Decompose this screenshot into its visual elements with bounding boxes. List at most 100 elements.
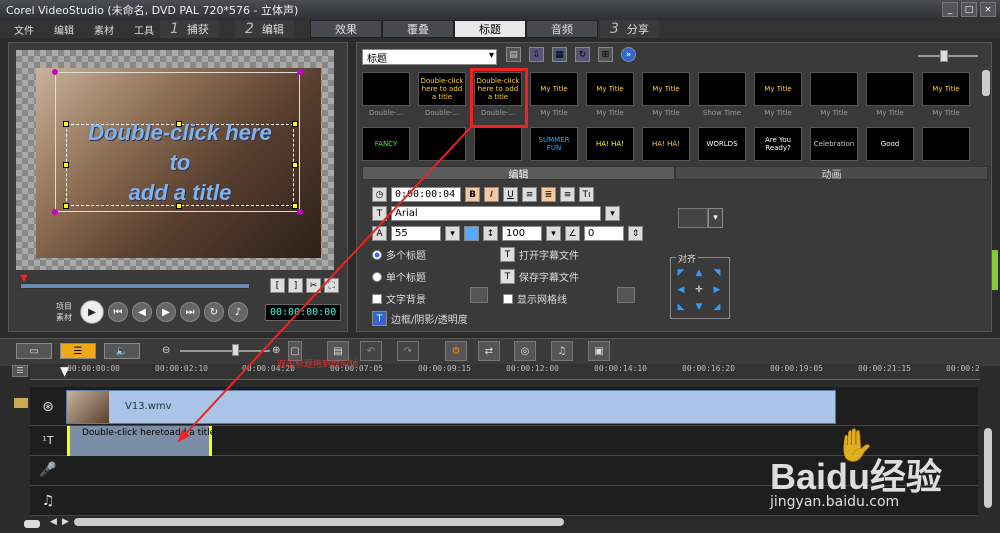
- end-icon[interactable]: ⏭: [180, 302, 200, 322]
- checkbox[interactable]: [372, 293, 382, 304]
- radio-dot[interactable]: [372, 271, 382, 282]
- title-preset-thumbnail[interactable]: FANCY: [362, 127, 410, 161]
- resize-handle[interactable]: [292, 203, 298, 209]
- align-center-icon[interactable]: ✛: [694, 285, 704, 295]
- split-clip-icon[interactable]: ✂: [306, 278, 321, 293]
- align-left-icon[interactable]: ≡: [522, 187, 537, 202]
- resize-handle[interactable]: [63, 203, 69, 209]
- timeline-view-button[interactable]: ☰: [60, 343, 96, 359]
- color-swatch[interactable]: [464, 226, 479, 241]
- chevron-down-icon[interactable]: ▾: [546, 226, 561, 241]
- rotate-handle[interactable]: [297, 209, 303, 215]
- batch-convert-icon[interactable]: ⇄: [478, 341, 500, 361]
- prev-frame-icon[interactable]: ◀: [132, 302, 152, 322]
- open-subtitle-button[interactable]: T 打开字幕文件: [500, 247, 579, 262]
- play-icon[interactable]: ▶: [80, 300, 104, 324]
- rotate-handle[interactable]: [52, 209, 58, 215]
- minimize-button[interactable]: _: [942, 2, 958, 17]
- video-clip[interactable]: [66, 390, 836, 424]
- zoom-thumb[interactable]: [232, 344, 239, 356]
- radio-dot[interactable]: [372, 249, 382, 260]
- playhead-marker-icon[interactable]: ▼: [20, 273, 30, 284]
- title-preset-thumbnail[interactable]: [866, 72, 914, 106]
- expand-icon[interactable]: »: [621, 47, 636, 62]
- vertical-text-icon[interactable]: Tı: [579, 187, 594, 202]
- chevron-down-icon[interactable]: ▾: [445, 226, 460, 241]
- mix-icon[interactable]: ♫: [551, 341, 573, 361]
- align-bottom-right-icon[interactable]: ◢: [712, 302, 722, 312]
- enlarge-preview-icon[interactable]: ⛶: [324, 278, 339, 293]
- slider-thumb[interactable]: [940, 50, 948, 62]
- angle-field[interactable]: 0: [584, 226, 624, 241]
- border-shadow-button[interactable]: T 边框/阴影/透明度: [372, 311, 468, 326]
- maximize-button[interactable]: □: [961, 2, 977, 17]
- step-edit[interactable]: 2 编辑: [235, 20, 294, 38]
- duration-field[interactable]: 0:00:00:04: [391, 187, 461, 202]
- menu-edit[interactable]: 编辑: [54, 22, 74, 37]
- align-top-left-icon[interactable]: ◤: [676, 268, 686, 278]
- audio-view-button[interactable]: 🔈: [104, 343, 140, 359]
- home-icon[interactable]: ⏮: [108, 302, 128, 322]
- tab-animation[interactable]: 动画: [675, 166, 988, 181]
- align-right-icon[interactable]: ≡: [560, 187, 575, 202]
- title-preset-thumbnail[interactable]: My Title: [922, 72, 970, 106]
- undo-icon[interactable]: ↶: [360, 341, 382, 361]
- library-scrollbar[interactable]: [982, 70, 990, 96]
- underline-button[interactable]: U: [503, 187, 518, 202]
- stepper-icon[interactable]: ⇕: [628, 226, 643, 241]
- folder-icon[interactable]: ▤: [506, 47, 521, 62]
- refresh-icon[interactable]: ↻: [575, 47, 590, 62]
- italic-button[interactable]: I: [484, 187, 499, 202]
- title-preset-thumbnail[interactable]: HA! HA!: [586, 127, 634, 161]
- title-preset-thumbnail[interactable]: [698, 72, 746, 106]
- title-preset-thumbnail[interactable]: My Title: [530, 72, 578, 106]
- title-preset-thumbnail[interactable]: My Title: [586, 72, 634, 106]
- title-preset-thumbnail[interactable]: Are You Ready?: [754, 127, 802, 161]
- next-frame-icon[interactable]: ▶: [156, 302, 176, 322]
- project-mode-label[interactable]: 项目: [56, 301, 72, 312]
- title-preset-thumbnail[interactable]: [474, 127, 522, 161]
- align-top-icon[interactable]: ▲: [694, 268, 704, 278]
- volume-icon[interactable]: ♪: [228, 302, 248, 322]
- zoom-in-icon[interactable]: ⊕: [272, 345, 280, 356]
- resize-handle[interactable]: [292, 121, 298, 127]
- redo-icon[interactable]: ↷: [397, 341, 419, 361]
- text-background-checkbox[interactable]: 文字背景: [372, 291, 426, 306]
- mark-out-icon[interactable]: ]: [288, 278, 303, 293]
- title-preset-thumbnail[interactable]: [418, 127, 466, 161]
- align-center-icon[interactable]: ≣: [541, 187, 556, 202]
- resize-handle[interactable]: [176, 121, 182, 127]
- scroll-left-icon[interactable]: ◀: [50, 517, 57, 527]
- tab-overlay[interactable]: 覆叠: [382, 20, 454, 38]
- menu-tools[interactable]: 工具: [134, 22, 154, 37]
- show-grid-checkbox[interactable]: 显示网格线: [503, 291, 567, 306]
- resize-handle[interactable]: [176, 203, 182, 209]
- leading-field[interactable]: 100: [502, 226, 542, 241]
- align-bottom-left-icon[interactable]: ◣: [676, 302, 686, 312]
- mark-in-icon[interactable]: [: [270, 278, 285, 293]
- title-preset-thumbnail[interactable]: [810, 72, 858, 106]
- checkbox[interactable]: [503, 293, 513, 304]
- step-share[interactable]: 3 分享: [600, 20, 659, 38]
- title-preset-thumbnail[interactable]: [922, 127, 970, 161]
- zoom-toggle-icon[interactable]: [24, 520, 40, 528]
- tab-audio[interactable]: 音频: [526, 20, 598, 38]
- chevron-down-icon[interactable]: ▾: [605, 206, 620, 221]
- rotate-handle[interactable]: [297, 69, 303, 75]
- close-button[interactable]: ×: [980, 2, 996, 17]
- resize-handle[interactable]: [63, 121, 69, 127]
- timeline-horizontal-scrollbar[interactable]: [74, 518, 564, 526]
- background-settings-icon[interactable]: [470, 287, 488, 303]
- title-preset-thumbnail[interactable]: SUMMER FUN: [530, 127, 578, 161]
- rotate-handle[interactable]: [52, 69, 58, 75]
- title-preset-thumbnail[interactable]: Double-click here to add a title: [418, 72, 466, 106]
- resize-handle[interactable]: [63, 162, 69, 168]
- title-color-picker[interactable]: [678, 208, 708, 228]
- thumbnail-size-slider[interactable]: [918, 55, 978, 57]
- zoom-out-icon[interactable]: ⊖: [162, 345, 170, 356]
- timeline-vertical-scrollbar[interactable]: [984, 428, 992, 508]
- grid-view-icon[interactable]: ▦: [552, 47, 567, 62]
- save-subtitle-button[interactable]: T 保存字幕文件: [500, 269, 579, 284]
- bold-button[interactable]: B: [465, 187, 480, 202]
- align-top-right-icon[interactable]: ◥: [712, 268, 722, 278]
